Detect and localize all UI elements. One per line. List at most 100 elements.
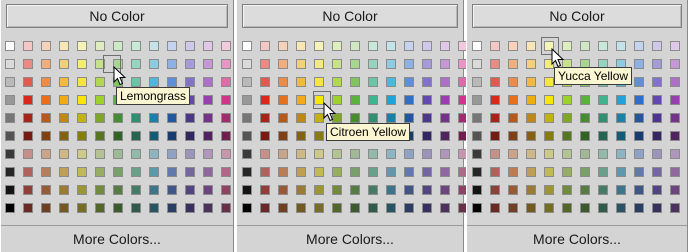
color-swatch[interactable] [59, 203, 69, 213]
color-swatch[interactable] [149, 77, 159, 87]
color-swatch[interactable] [95, 131, 105, 141]
color-swatch[interactable] [508, 41, 518, 51]
color-swatch[interactable] [41, 131, 51, 141]
color-swatch[interactable] [203, 203, 213, 213]
color-swatch[interactable] [598, 113, 608, 123]
color-swatch[interactable] [77, 185, 87, 195]
color-swatch[interactable] [260, 167, 270, 177]
color-swatch[interactable] [544, 113, 554, 123]
color-swatch[interactable] [508, 167, 518, 177]
color-swatch[interactable] [634, 113, 644, 123]
color-swatch[interactable] [386, 203, 396, 213]
color-swatch[interactable] [652, 185, 662, 195]
color-swatch[interactable] [41, 149, 51, 159]
color-swatch[interactable] [5, 185, 15, 195]
color-swatch[interactable] [350, 203, 360, 213]
color-swatch[interactable] [131, 41, 141, 51]
color-swatch[interactable] [23, 95, 33, 105]
color-swatch[interactable] [149, 203, 159, 213]
color-swatch[interactable] [149, 59, 159, 69]
color-swatch[interactable] [652, 77, 662, 87]
color-swatch[interactable] [296, 149, 306, 159]
color-swatch[interactable] [422, 203, 432, 213]
color-swatch[interactable] [77, 77, 87, 87]
color-swatch[interactable] [23, 167, 33, 177]
color-swatch[interactable] [422, 59, 432, 69]
color-swatch[interactable] [634, 203, 644, 213]
color-swatch[interactable] [508, 149, 518, 159]
color-swatch[interactable] [203, 41, 213, 51]
color-swatch[interactable] [490, 149, 500, 159]
color-swatch[interactable] [5, 95, 15, 105]
color-swatch[interactable] [440, 167, 450, 177]
color-swatch[interactable] [652, 41, 662, 51]
color-swatch[interactable] [580, 113, 590, 123]
color-swatch[interactable] [185, 59, 195, 69]
color-swatch[interactable] [95, 203, 105, 213]
color-swatch[interactable] [41, 59, 51, 69]
color-swatch[interactable] [616, 95, 626, 105]
color-swatch[interactable] [149, 185, 159, 195]
color-swatch[interactable] [167, 77, 177, 87]
color-swatch[interactable] [368, 185, 378, 195]
color-swatch[interactable] [562, 131, 572, 141]
color-swatch[interactable] [185, 77, 195, 87]
color-swatch[interactable] [526, 203, 536, 213]
color-swatch[interactable] [490, 41, 500, 51]
color-swatch[interactable] [77, 131, 87, 141]
color-swatch[interactable] [580, 185, 590, 195]
color-swatch[interactable] [278, 185, 288, 195]
color-swatch[interactable] [167, 59, 177, 69]
color-swatch[interactable] [368, 41, 378, 51]
color-swatch[interactable] [634, 167, 644, 177]
color-swatch[interactable] [350, 41, 360, 51]
color-swatch[interactable] [41, 203, 51, 213]
color-swatch[interactable] [440, 59, 450, 69]
color-swatch[interactable] [598, 149, 608, 159]
color-swatch[interactable] [490, 59, 500, 69]
color-swatch[interactable] [59, 149, 69, 159]
color-swatch[interactable] [634, 41, 644, 51]
color-swatch[interactable] [526, 41, 536, 51]
color-swatch[interactable] [131, 113, 141, 123]
color-swatch[interactable] [185, 41, 195, 51]
color-swatch[interactable] [440, 185, 450, 195]
color-swatch[interactable] [386, 185, 396, 195]
more-colors-button[interactable]: More Colors... [1, 228, 233, 250]
color-swatch[interactable] [616, 185, 626, 195]
color-swatch[interactable] [5, 167, 15, 177]
color-swatch[interactable] [472, 185, 482, 195]
color-swatch[interactable] [167, 149, 177, 159]
color-swatch[interactable] [580, 203, 590, 213]
color-swatch[interactable] [670, 95, 680, 105]
color-swatch[interactable] [167, 131, 177, 141]
color-swatch[interactable] [95, 167, 105, 177]
color-swatch[interactable] [580, 167, 590, 177]
color-swatch[interactable] [350, 185, 360, 195]
color-swatch[interactable] [260, 41, 270, 51]
color-swatch[interactable] [278, 131, 288, 141]
color-swatch[interactable] [598, 185, 608, 195]
color-swatch[interactable] [95, 41, 105, 51]
color-swatch[interactable] [260, 131, 270, 141]
color-swatch[interactable] [598, 203, 608, 213]
color-swatch[interactable] [616, 113, 626, 123]
color-swatch[interactable] [350, 149, 360, 159]
color-swatch[interactable] [508, 59, 518, 69]
color-swatch[interactable] [242, 149, 252, 159]
color-swatch[interactable] [368, 113, 378, 123]
color-swatch[interactable] [221, 185, 231, 195]
color-swatch[interactable] [652, 203, 662, 213]
color-swatch[interactable] [386, 149, 396, 159]
color-swatch[interactable] [634, 149, 644, 159]
color-swatch[interactable] [296, 41, 306, 51]
color-swatch[interactable] [41, 77, 51, 87]
color-swatch[interactable] [296, 77, 306, 87]
color-swatch[interactable] [185, 149, 195, 159]
color-swatch[interactable] [544, 203, 554, 213]
color-swatch[interactable] [332, 185, 342, 195]
color-swatch[interactable] [544, 131, 554, 141]
color-swatch[interactable] [23, 203, 33, 213]
color-swatch[interactable] [404, 149, 414, 159]
color-swatch[interactable] [296, 113, 306, 123]
